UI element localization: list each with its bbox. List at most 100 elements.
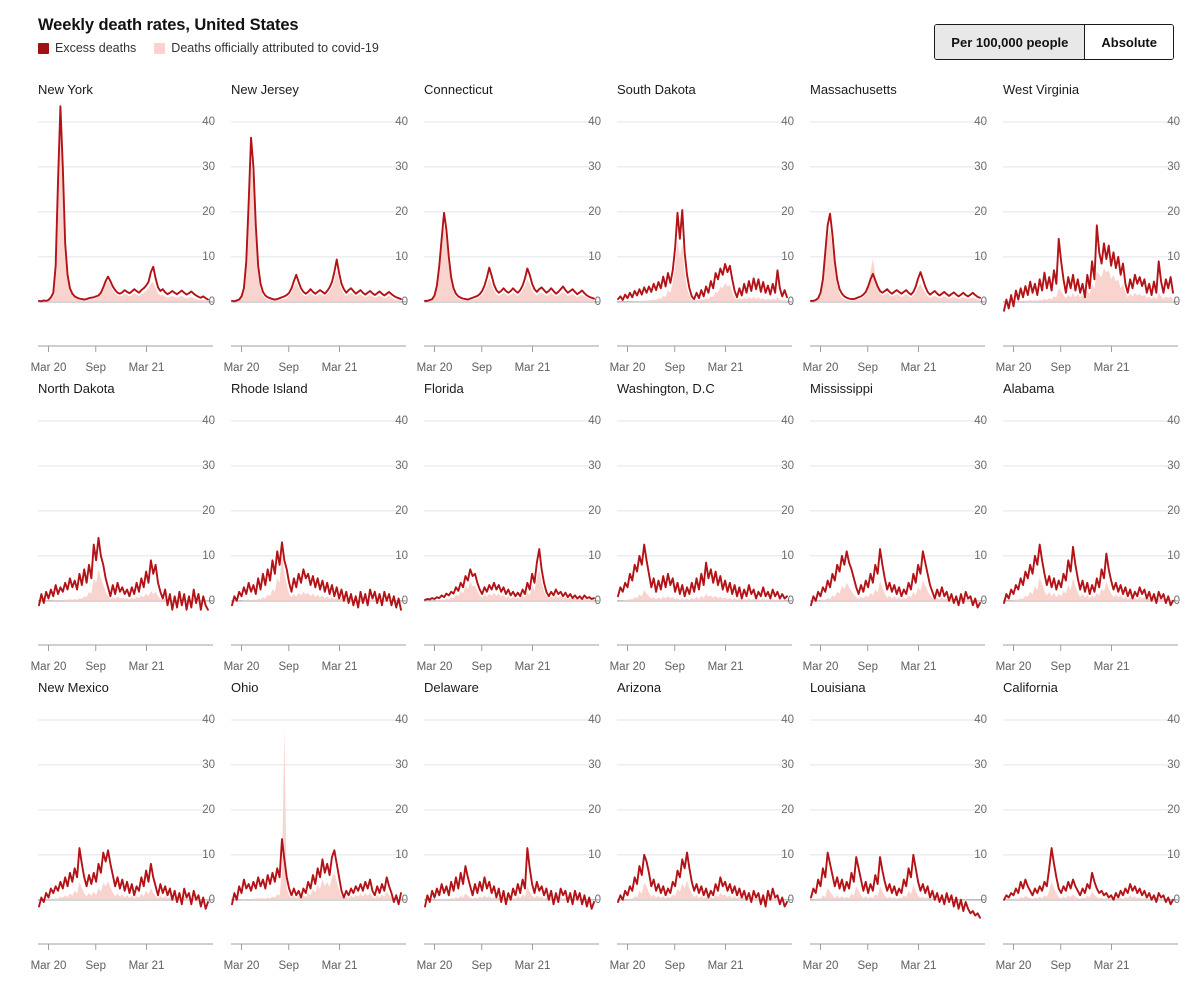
x-axis-labels: Mar 20 Sep Mar 21 xyxy=(224,946,406,988)
chart-panel-louisiana[interactable]: Louisiana 40 30 20 10 0 Mar 20 Sep Mar 21 xyxy=(803,676,1003,975)
y-axis-label-0: 0 xyxy=(208,893,215,906)
panel-svg xyxy=(231,121,406,352)
chart-panel-california[interactable]: California 40 30 20 10 0 Mar 20 Sep Mar 21 xyxy=(996,676,1196,975)
panel-title: Connecticut xyxy=(424,82,493,97)
panel-plot: 40 30 20 10 0 Mar 20 Sep Mar 21 xyxy=(417,702,601,972)
x-axis-label-1: Sep xyxy=(471,960,492,972)
legend-item-covid-attributed-deaths: Deaths officially attributed to covid-19 xyxy=(154,41,379,55)
x-axis-label-0: Mar 20 xyxy=(223,661,260,673)
y-axis-label-20: 20 xyxy=(202,803,215,816)
panel-svg xyxy=(231,420,406,651)
y-axis-label-10: 10 xyxy=(202,848,215,861)
chart-panel-new-mexico[interactable]: New Mexico 40 30 20 10 0 Mar 20 Sep Mar 21 xyxy=(31,676,231,975)
y-axis-label-30: 30 xyxy=(588,160,601,173)
panel-title: Delaware xyxy=(424,680,479,695)
y-axis-label-10: 10 xyxy=(974,848,987,861)
y-axis-label-20: 20 xyxy=(1167,803,1180,816)
chart-panel-rhode-island[interactable]: Rhode Island 40 30 20 10 0 Mar 20 Sep Mar 21 xyxy=(224,377,424,676)
chart-panel-florida[interactable]: Florida 40 30 20 10 0 Mar 20 Sep Mar 21 xyxy=(417,377,617,676)
chart-panel-south-dakota[interactable]: South Dakota 40 30 20 10 0 Mar 20 Sep Mar 21 xyxy=(610,78,810,377)
y-axis-label-40: 40 xyxy=(1167,713,1180,726)
y-axis-label-0: 0 xyxy=(980,594,987,607)
panel-svg xyxy=(1003,719,1178,950)
panel-plot: 40 30 20 10 0 Mar 20 Sep Mar 21 xyxy=(31,702,215,972)
y-axis-label-20: 20 xyxy=(974,803,987,816)
chart-panel-west-virginia[interactable]: West Virginia 40 30 20 10 0 Mar 20 Sep Mar 21 xyxy=(996,78,1196,377)
y-axis-label-0: 0 xyxy=(594,295,601,308)
x-axis-label-0: Mar 20 xyxy=(30,960,67,972)
panel-svg xyxy=(617,121,792,352)
y-axis-label-40: 40 xyxy=(1167,414,1180,427)
chart-panel-ohio[interactable]: Ohio 40 30 20 10 0 Mar 20 Sep Mar 21 xyxy=(224,676,424,975)
excess-deaths-swatch-icon xyxy=(38,42,49,54)
units-toggle[interactable]: Per 100,000 people Absolute xyxy=(934,24,1174,60)
x-axis-label-2: Mar 21 xyxy=(514,362,551,374)
x-axis-label-0: Mar 20 xyxy=(802,661,839,673)
y-axis-label-20: 20 xyxy=(781,803,794,816)
y-axis-label-10: 10 xyxy=(1167,549,1180,562)
excess-deaths-line xyxy=(1003,847,1174,906)
x-axis-labels: Mar 20 Sep Mar 21 xyxy=(610,946,792,988)
y-axis-label-0: 0 xyxy=(208,594,215,607)
x-axis-label-2: Mar 21 xyxy=(128,362,165,374)
covid-attributed-area xyxy=(232,157,401,302)
chart-panel-washington-d-c[interactable]: Washington, D.C 40 30 20 10 0 Mar 20 Sep Mar 21 xyxy=(610,377,810,676)
covid-attributed-deaths-swatch-icon xyxy=(154,42,166,54)
panel-title: New Jersey xyxy=(231,82,299,97)
y-axis-label-30: 30 xyxy=(1167,758,1180,771)
panel-svg xyxy=(424,719,599,950)
toggle-option-absolute[interactable]: Absolute xyxy=(1085,25,1173,59)
page-title: Weekly death rates, United States xyxy=(38,16,299,34)
chart-panel-new-york[interactable]: New York 40 30 20 10 0 Mar 20 Sep Mar 21 xyxy=(31,78,231,377)
panel-svg xyxy=(1003,121,1178,352)
y-axis-label-0: 0 xyxy=(594,594,601,607)
y-axis-label-40: 40 xyxy=(588,414,601,427)
y-axis-label-20: 20 xyxy=(974,205,987,218)
x-axis-label-1: Sep xyxy=(857,362,878,374)
y-axis-label-10: 10 xyxy=(781,250,794,263)
x-axis-labels: Mar 20 Sep Mar 21 xyxy=(31,946,213,988)
y-axis-label-30: 30 xyxy=(588,459,601,472)
panel-svg xyxy=(617,420,792,651)
y-axis-label-40: 40 xyxy=(1167,115,1180,128)
chart-panel-alabama[interactable]: Alabama 40 30 20 10 0 Mar 20 Sep Mar 21 xyxy=(996,377,1196,676)
y-axis-label-0: 0 xyxy=(980,893,987,906)
x-axis-label-0: Mar 20 xyxy=(802,362,839,374)
chart-panel-massachusetts[interactable]: Massachusetts 40 30 20 10 0 Mar 20 Sep Mar 21 xyxy=(803,78,1003,377)
y-axis-label-0: 0 xyxy=(401,893,408,906)
chart-panel-north-dakota[interactable]: North Dakota 40 30 20 10 0 Mar 20 Sep Mar 21 xyxy=(31,377,231,676)
y-axis-label-10: 10 xyxy=(781,549,794,562)
excess-deaths-line xyxy=(617,543,788,600)
chart-panel-delaware[interactable]: Delaware 40 30 20 10 0 Mar 20 Sep Mar 21 xyxy=(417,676,617,975)
toggle-option-per-100-000-people[interactable]: Per 100,000 people xyxy=(935,25,1085,59)
x-axis-label-0: Mar 20 xyxy=(995,661,1032,673)
chart-panel-connecticut[interactable]: Connecticut 40 30 20 10 0 Mar 20 Sep Mar 21 xyxy=(417,78,617,377)
x-axis-label-0: Mar 20 xyxy=(416,661,453,673)
y-axis-label-10: 10 xyxy=(1167,848,1180,861)
panel-title: Arizona xyxy=(617,680,662,695)
x-axis-label-2: Mar 21 xyxy=(321,661,358,673)
chart-panel-arizona[interactable]: Arizona 40 30 20 10 0 Mar 20 Sep Mar 21 xyxy=(610,676,810,975)
x-axis-label-1: Sep xyxy=(664,661,685,673)
panel-plot: 40 30 20 10 0 Mar 20 Sep Mar 21 xyxy=(610,702,794,972)
x-axis-label-2: Mar 21 xyxy=(128,960,165,972)
y-axis-label-20: 20 xyxy=(1167,504,1180,517)
x-axis-label-1: Sep xyxy=(278,661,299,673)
x-axis-label-2: Mar 21 xyxy=(707,661,744,673)
y-axis-label-20: 20 xyxy=(202,504,215,517)
x-axis-label-0: Mar 20 xyxy=(609,362,646,374)
x-axis-label-2: Mar 21 xyxy=(1093,960,1130,972)
panel-title: New York xyxy=(38,82,93,97)
y-axis-label-40: 40 xyxy=(781,115,794,128)
legend: Excess deaths Deaths officially attribute… xyxy=(38,41,379,55)
chart-panel-new-jersey[interactable]: New Jersey 40 30 20 10 0 Mar 20 Sep Mar 21 xyxy=(224,78,424,377)
y-axis-label-10: 10 xyxy=(588,848,601,861)
y-axis-label-40: 40 xyxy=(974,115,987,128)
small-multiples-grid: New York 40 30 20 10 0 Mar 20 Sep Mar 21 New Jers… xyxy=(0,78,1200,975)
x-axis-label-0: Mar 20 xyxy=(223,362,260,374)
panel-title: Rhode Island xyxy=(231,381,308,396)
y-axis-label-40: 40 xyxy=(974,414,987,427)
y-axis-label-20: 20 xyxy=(202,205,215,218)
panel-svg xyxy=(424,420,599,651)
chart-panel-mississippi[interactable]: Mississippi 40 30 20 10 0 Mar 20 Sep Mar 21 xyxy=(803,377,1003,676)
